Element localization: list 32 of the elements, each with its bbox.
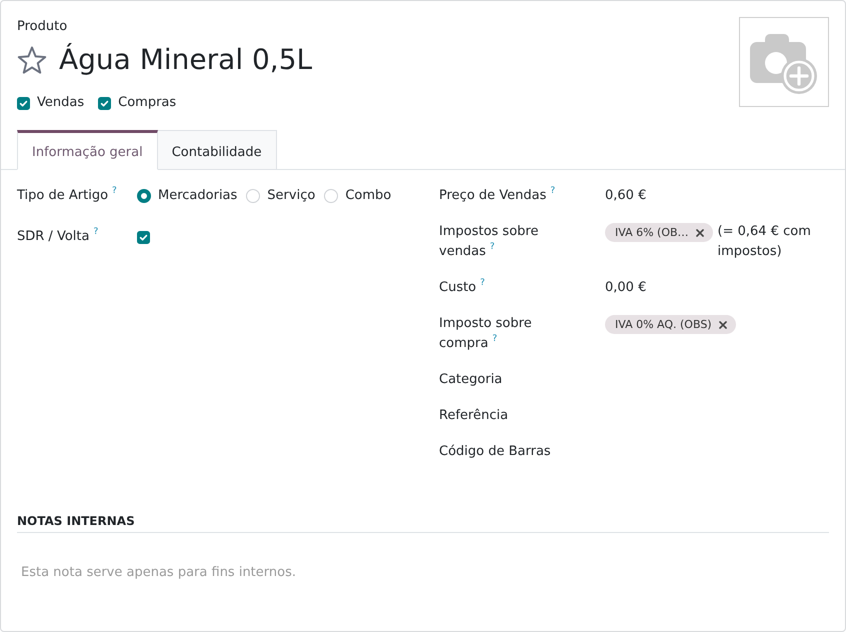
camera-plus-icon [750,33,818,95]
field-label: Código de Barras [439,444,551,459]
field-label: Categoria [439,372,502,387]
star-icon[interactable] [17,46,47,74]
form-label: Produto [17,18,68,36]
close-icon[interactable] [718,320,727,328]
field-label: Custo $^{?}$ [439,280,485,295]
tab[interactable]: Contabilidade [158,130,277,170]
checkbox-label[interactable]: Compras [118,93,176,113]
checkbox[interactable] [17,96,30,110]
field-label: Referência [439,408,508,423]
section-title: NOTAS INTERNAS [17,513,135,529]
field-label: Preço de Vendas $^{?}$ [439,188,556,203]
field-label: Tipo de Artigo $^{?}$ [17,188,117,203]
product-name: Água Mineral 0,5L [59,42,312,78]
radio-button[interactable] [137,189,151,203]
radio-label[interactable]: Serviço [267,186,316,206]
tag-text: IVA 6% (OB… [615,225,689,241]
close-icon[interactable] [696,228,704,236]
checkbox[interactable] [137,230,150,244]
field-label: Imposto sobre compra $^{?}$ [439,316,532,351]
tag-text: IVA 0% AQ. (OBS) [615,317,712,333]
price-note: (= 0,64 € com impostos) [718,223,812,261]
field-label: SDR / Volta $^{?}$ [17,229,98,244]
checkbox[interactable] [98,96,112,110]
radio-label[interactable]: Combo [345,186,392,206]
field-label: Impostos sobre vendas $^{?}$ [439,224,538,259]
radio-label[interactable]: Mercadorias [158,186,238,206]
checkbox-label[interactable]: Vendas [37,93,84,113]
tab[interactable]: Informação geral [17,130,158,170]
field-value: 0,60 € [605,187,646,205]
field-value: 0,00 € [605,279,646,297]
